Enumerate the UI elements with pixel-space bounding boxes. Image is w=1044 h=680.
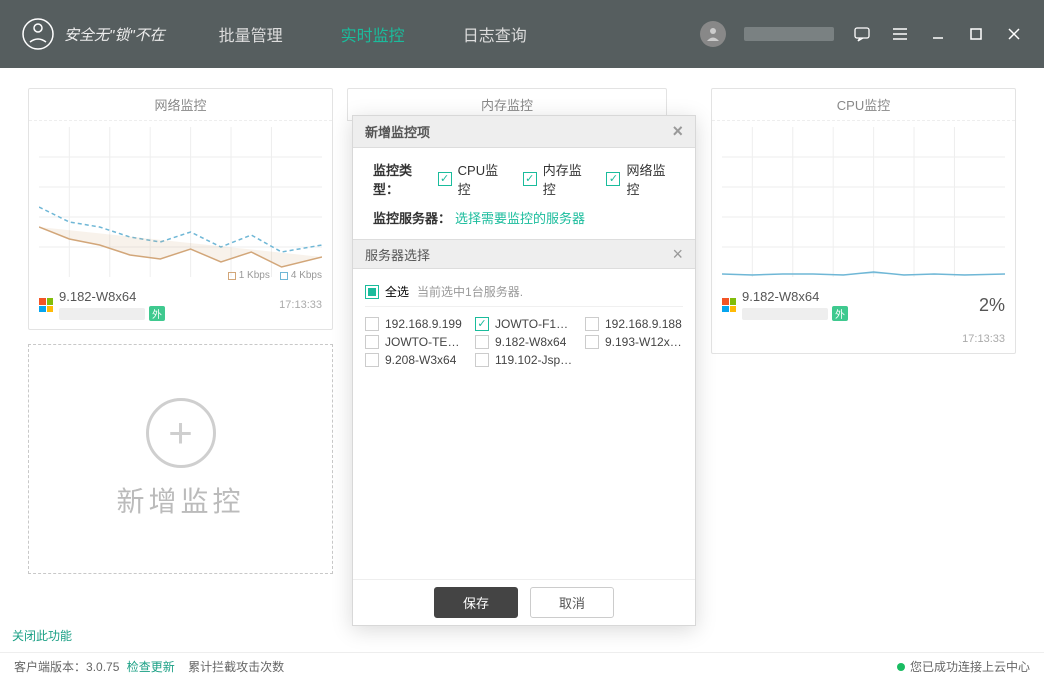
title-bar: 安全无"锁"不在 批量管理 实时监控 日志查询 xyxy=(0,0,1044,68)
menu-icon[interactable] xyxy=(890,24,910,44)
add-monitor-modal: 新增监控项 × 监控类型： CPU监控 内存监控 网络监控 监控服务器： 选择需… xyxy=(352,115,696,626)
network-chart: 1 Kbps 4 Kbps xyxy=(29,121,332,283)
tab-logs[interactable]: 日志查询 xyxy=(439,14,551,54)
nav-tabs: 批量管理 实时监控 日志查询 xyxy=(195,14,551,54)
cancel-button[interactable]: 取消 xyxy=(530,587,614,618)
app-slogan: 安全无"锁"不在 xyxy=(64,24,165,45)
network-panel-title: 网络监控 xyxy=(29,89,332,121)
server-label: 监控服务器： xyxy=(373,208,451,227)
ext-badge: 外 xyxy=(832,306,848,321)
network-host: 9.182-W8x64 xyxy=(59,289,165,304)
cpu-time: 17:13:33 xyxy=(962,333,1005,345)
version-value: 3.0.75 xyxy=(86,660,119,674)
cpu-chart xyxy=(712,121,1015,283)
add-monitor-panel[interactable]: + 新增监控 xyxy=(28,344,333,574)
windows-icon xyxy=(39,298,53,312)
close-feature-link[interactable]: 关闭此功能 xyxy=(12,627,72,644)
windows-icon xyxy=(722,298,736,312)
cpu-value: 2% xyxy=(979,295,1005,316)
chk-memory[interactable] xyxy=(523,172,537,186)
server-select-title: 服务器选择 xyxy=(365,245,430,264)
version-label: 客户端版本： xyxy=(14,658,86,675)
app-logo-icon xyxy=(20,16,56,52)
server-item[interactable]: 192.168.9.188 xyxy=(585,317,683,331)
tab-monitor[interactable]: 实时监控 xyxy=(317,14,429,54)
modal-close-icon[interactable]: × xyxy=(672,121,683,142)
save-button[interactable]: 保存 xyxy=(434,587,518,618)
type-label: 监控类型： xyxy=(373,160,434,198)
check-update-link[interactable]: 检查更新 xyxy=(127,658,175,675)
chk-select-all[interactable] xyxy=(365,285,379,299)
server-item[interactable]: JOWTO-F1348... xyxy=(475,317,573,331)
close-window-icon[interactable] xyxy=(1004,24,1024,44)
server-item[interactable]: 9.193-W12x64 xyxy=(585,335,683,349)
minimize-icon[interactable] xyxy=(928,24,948,44)
network-time: 17:13:33 xyxy=(279,299,322,311)
user-avatar-icon[interactable] xyxy=(700,21,726,47)
network-panel: 网络监控 1 Kbps 4 Kbps xyxy=(28,88,333,330)
server-item[interactable]: 9.182-W8x64 xyxy=(475,335,573,349)
ext-badge: 外 xyxy=(149,306,165,321)
server-grid: 192.168.9.199 JOWTO-F1348... 192.168.9.1… xyxy=(365,307,683,367)
add-icon: + xyxy=(146,398,216,468)
server-item[interactable]: 9.208-W3x64 xyxy=(365,353,463,367)
status-dot-icon xyxy=(897,663,905,671)
server-select-close-icon[interactable]: × xyxy=(672,244,683,265)
logo-area: 安全无"锁"不在 xyxy=(20,16,165,52)
server-item[interactable]: 119.102-Jspst... xyxy=(475,353,573,367)
chat-icon[interactable] xyxy=(852,24,872,44)
cloud-status: 您已成功连接上云中心 xyxy=(910,658,1030,675)
chk-cpu[interactable] xyxy=(438,172,452,186)
header-right xyxy=(700,21,1024,47)
tab-batch[interactable]: 批量管理 xyxy=(195,14,307,54)
user-name xyxy=(744,27,834,41)
select-server-link[interactable]: 选择需要监控的服务器 xyxy=(455,208,585,227)
cpu-panel-title: CPU监控 xyxy=(712,89,1015,121)
maximize-icon[interactable] xyxy=(966,24,986,44)
modal-title: 新增监控项 xyxy=(365,122,430,141)
chk-network[interactable] xyxy=(606,172,620,186)
modal-header: 新增监控项 × xyxy=(353,116,695,148)
network-legend: 1 Kbps 4 Kbps xyxy=(228,270,322,281)
server-item[interactable]: 192.168.9.199 xyxy=(365,317,463,331)
ip-blur xyxy=(59,308,145,320)
cpu-panel: CPU监控 9.182-W8x64 外 xyxy=(711,88,1016,354)
ip-blur xyxy=(742,308,828,320)
status-bar: 客户端版本： 3.0.75 检查更新 累计拦截攻击次数 您已成功连接上云中心 xyxy=(0,652,1044,680)
server-item[interactable]: JOWTO-TEST9... xyxy=(365,335,463,349)
cpu-host: 9.182-W8x64 xyxy=(742,289,848,304)
select-all-label: 全选 xyxy=(385,283,409,300)
add-monitor-label: 新增监控 xyxy=(116,480,244,520)
select-hint: 当前选中1台服务器. xyxy=(417,283,523,300)
server-select-header: 服务器选择 × xyxy=(353,239,695,269)
block-count-label: 累计拦截攻击次数 xyxy=(188,658,284,675)
